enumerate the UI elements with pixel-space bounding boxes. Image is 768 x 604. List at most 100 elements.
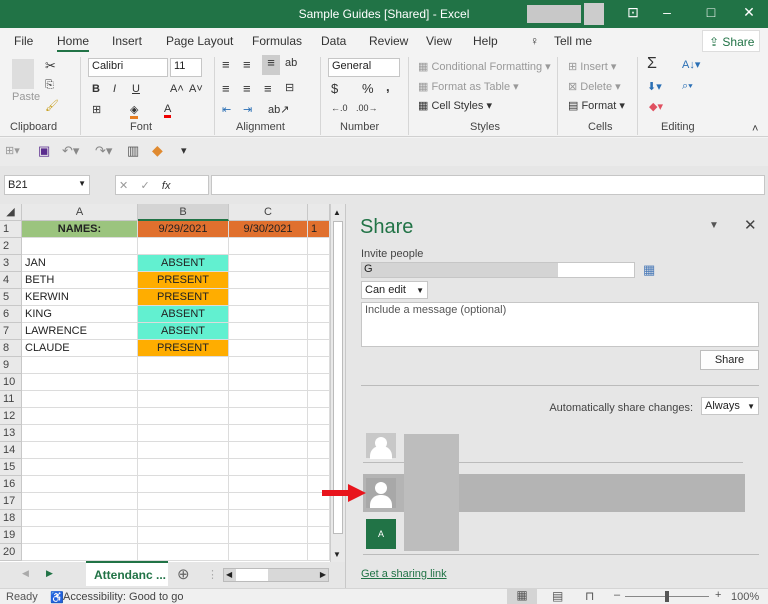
cell[interactable]: [308, 289, 330, 306]
comma-button[interactable]: ,: [386, 79, 390, 94]
font-name-select[interactable]: Calibri: [88, 58, 168, 77]
prev-sheet-icon[interactable]: ◀: [22, 568, 29, 579]
row-header[interactable]: 19: [0, 527, 22, 544]
autosum-button[interactable]: Σ: [647, 55, 657, 73]
status-cell[interactable]: ABSENT: [138, 323, 229, 340]
name-cell[interactable]: KING: [22, 306, 138, 323]
cell[interactable]: [229, 544, 308, 561]
row-header[interactable]: 15: [0, 459, 22, 476]
cell[interactable]: [308, 272, 330, 289]
cell[interactable]: [229, 510, 308, 527]
cell[interactable]: [229, 238, 308, 255]
cell[interactable]: [308, 544, 330, 561]
cell[interactable]: [138, 493, 229, 510]
status-cell[interactable]: PRESENT: [138, 272, 229, 289]
cell[interactable]: [138, 459, 229, 476]
header-cell[interactable]: NAMES:: [22, 221, 138, 238]
cell[interactable]: [308, 238, 330, 255]
cell[interactable]: [22, 425, 138, 442]
cell[interactable]: [308, 408, 330, 425]
sheet-tab-attendance[interactable]: Attendanc ...: [86, 561, 168, 586]
find-select-icon[interactable]: ⌕▾: [682, 80, 693, 93]
cell[interactable]: [229, 306, 308, 323]
cell[interactable]: [229, 442, 308, 459]
cell[interactable]: [229, 493, 308, 510]
format-painter-icon[interactable]: 🖌: [45, 99, 59, 112]
tell-me-search[interactable]: Tell me: [554, 34, 592, 48]
cell[interactable]: [229, 408, 308, 425]
customize-qat-icon[interactable]: ▾: [181, 144, 187, 157]
cell[interactable]: [229, 272, 308, 289]
cell[interactable]: [229, 340, 308, 357]
cell[interactable]: [229, 476, 308, 493]
cell[interactable]: [308, 357, 330, 374]
row-header[interactable]: 7: [0, 323, 22, 340]
touch-mode-icon[interactable]: ⊞▾: [5, 144, 20, 157]
row-header[interactable]: 8: [0, 340, 22, 357]
row-header[interactable]: 3: [0, 255, 22, 272]
row-header[interactable]: 4: [0, 272, 22, 289]
zoom-slider-thumb[interactable]: [665, 591, 669, 602]
cell[interactable]: [138, 527, 229, 544]
cell[interactable]: [22, 527, 138, 544]
row-header[interactable]: 20: [0, 544, 22, 561]
vertical-scrollbar[interactable]: ▲ ▼: [330, 204, 345, 562]
cell[interactable]: [22, 493, 138, 510]
cell[interactable]: [138, 374, 229, 391]
row-header[interactable]: 18: [0, 510, 22, 527]
cell[interactable]: [308, 442, 330, 459]
sort-filter-icon[interactable]: A↓▾: [682, 58, 700, 71]
next-sheet-icon[interactable]: ▶: [46, 568, 53, 579]
row-header[interactable]: 10: [0, 374, 22, 391]
tab-view[interactable]: View: [426, 34, 452, 48]
wrap-text-icon[interactable]: ab: [285, 57, 297, 69]
zoom-out-button[interactable]: –: [614, 589, 620, 601]
header-cell[interactable]: 9/30/2021: [229, 221, 308, 238]
cell[interactable]: [308, 459, 330, 476]
column-header-a[interactable]: A: [22, 204, 138, 221]
cell[interactable]: [22, 476, 138, 493]
row-header[interactable]: 13: [0, 425, 22, 442]
italic-button[interactable]: I: [113, 83, 116, 95]
row-header[interactable]: 2: [0, 238, 22, 255]
fill-icon[interactable]: ⬇▾: [647, 80, 662, 93]
cell[interactable]: [22, 442, 138, 459]
scroll-up-icon[interactable]: ▲: [333, 208, 341, 217]
column-header-d[interactable]: [308, 204, 330, 221]
horizontal-scrollbar[interactable]: ◀ ▶: [223, 568, 329, 582]
permission-select[interactable]: Can edit ▼: [361, 281, 428, 299]
row-header[interactable]: 11: [0, 391, 22, 408]
cell[interactable]: [22, 459, 138, 476]
column-header-b[interactable]: B: [138, 204, 229, 221]
cell[interactable]: [229, 357, 308, 374]
font-size-select[interactable]: 11: [170, 58, 202, 77]
cell[interactable]: [22, 391, 138, 408]
status-cell[interactable]: ABSENT: [138, 255, 229, 272]
cell[interactable]: [229, 323, 308, 340]
paste-button[interactable]: Paste: [12, 91, 40, 103]
close-pane-icon[interactable]: ✕: [744, 216, 757, 234]
minimize-button[interactable]: –: [652, 4, 682, 20]
cell[interactable]: [138, 238, 229, 255]
share-ribbon-button[interactable]: ⇪ Share: [702, 30, 760, 52]
scroll-down-icon[interactable]: ▼: [333, 550, 341, 559]
delete-cells-button[interactable]: ⊠ Delete ▾: [568, 80, 621, 93]
spreadsheet-grid[interactable]: ◢ A B C 1 NAMES: 9/29/2021 9/30/2021 1 2 3 JAN A…: [0, 204, 345, 562]
cell-styles-button[interactable]: ▦ Cell Styles ▾: [418, 99, 492, 112]
tab-formulas[interactable]: Formulas: [252, 34, 302, 48]
cell[interactable]: [229, 289, 308, 306]
status-cell[interactable]: PRESENT: [138, 289, 229, 306]
increase-decimal-icon[interactable]: ←.0: [331, 103, 348, 113]
cell[interactable]: [22, 510, 138, 527]
invite-input[interactable]: G: [361, 262, 635, 278]
cell[interactable]: [229, 425, 308, 442]
decrease-indent-icon[interactable]: ⇤: [222, 103, 231, 116]
row-header[interactable]: 12: [0, 408, 22, 425]
cell[interactable]: [138, 425, 229, 442]
name-cell[interactable]: BETH: [22, 272, 138, 289]
name-cell[interactable]: CLAUDE: [22, 340, 138, 357]
bold-button[interactable]: B: [92, 83, 100, 95]
decrease-font-icon[interactable]: A˅: [189, 83, 203, 95]
header-cell[interactable]: 9/29/2021: [138, 221, 229, 238]
redo-icon[interactable]: ↷▾: [95, 143, 112, 159]
